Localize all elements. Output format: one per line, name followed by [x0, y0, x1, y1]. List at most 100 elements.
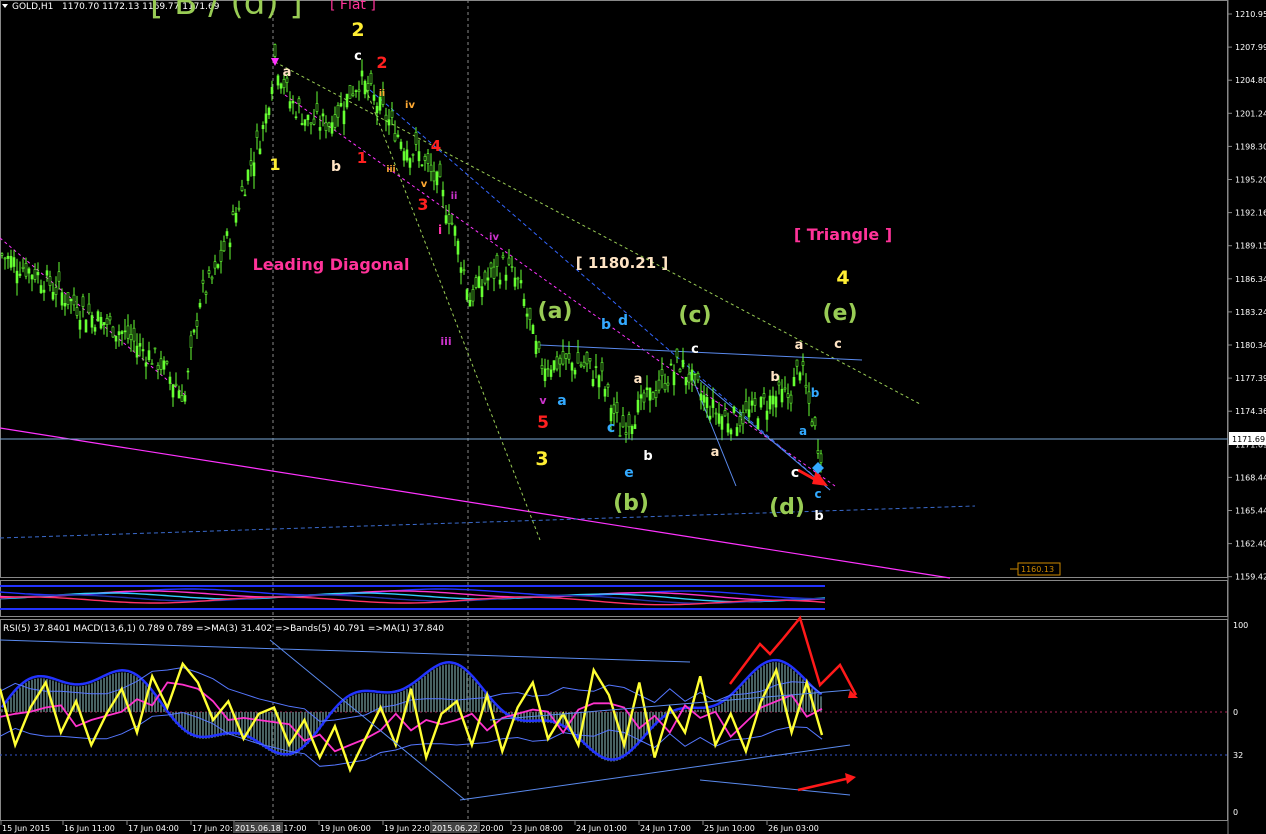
chart-canvas: 1000320 1210.951207.991204.801201.241198…	[0, 0, 1266, 834]
candle-body	[720, 416, 724, 430]
candle-body	[207, 270, 211, 274]
candle-body	[75, 307, 79, 316]
wave-label: 2	[376, 53, 387, 72]
candle-body	[222, 240, 226, 252]
wave-label: a	[557, 393, 566, 409]
oscillator-tick-label: 0	[1233, 708, 1238, 717]
candle-body	[336, 105, 340, 118]
candle-body	[771, 395, 775, 405]
candle-body	[621, 415, 625, 428]
price-tick-label: 1210.95	[1235, 10, 1266, 19]
candle-body	[702, 395, 706, 403]
wave-label: ii	[379, 89, 385, 99]
chart-symbol[interactable]: GOLD,H1	[12, 2, 53, 12]
wave-label: iii	[440, 335, 451, 348]
candle-body	[486, 277, 490, 281]
candle-body	[645, 387, 649, 391]
wave-label: 1	[269, 155, 280, 174]
candle-body	[708, 415, 712, 420]
candle-body	[69, 298, 73, 302]
candle-body	[765, 410, 769, 420]
candle-body	[570, 362, 574, 371]
candle-body	[564, 353, 568, 359]
candle-body	[411, 153, 415, 156]
candle-body	[414, 132, 418, 145]
price-tick-label: 1204.80	[1235, 76, 1266, 85]
candle-body	[795, 359, 799, 367]
candle-body	[93, 327, 97, 332]
oscillator-tick-label: 0	[1233, 808, 1238, 817]
candle-body	[165, 361, 169, 364]
candle-body	[171, 384, 175, 398]
candle-body	[303, 119, 307, 126]
candle-body	[420, 164, 424, 167]
candle-body	[489, 262, 493, 269]
candle-body	[210, 276, 214, 280]
price-tick-label: 1159.42	[1235, 573, 1266, 582]
candle-body	[375, 106, 379, 114]
candle-body	[135, 345, 139, 358]
candle-body	[9, 255, 13, 268]
candle-body	[90, 315, 94, 328]
candle-body	[99, 316, 103, 329]
candle-body	[360, 70, 364, 77]
candle-body	[606, 384, 610, 388]
price-tick-label: 1168.44	[1235, 473, 1266, 482]
candle-body	[27, 268, 31, 274]
candle-body	[483, 271, 487, 284]
red-arrow-icon	[812, 470, 828, 486]
candle-body	[351, 93, 355, 96]
candle-body	[609, 407, 613, 422]
candle-body	[690, 369, 694, 381]
wave-label: v	[539, 394, 547, 407]
price-tick-label: 1192.16	[1235, 209, 1266, 218]
candle-body	[354, 90, 358, 92]
candle-body	[753, 397, 757, 406]
wave-label: c	[791, 465, 799, 481]
bollinger-lower	[0, 711, 823, 767]
price-tick-label: 1162.40	[1235, 540, 1266, 549]
candle-body	[261, 125, 265, 130]
candle-body	[6, 255, 10, 259]
candle-body	[51, 291, 55, 300]
wave-label: iv	[489, 232, 499, 243]
wave-label: 1	[357, 149, 367, 167]
candle-body	[24, 263, 28, 277]
wave-label: [ Triangle ]	[794, 225, 892, 244]
candle-body	[603, 388, 607, 397]
projection-arrow-icon	[845, 773, 856, 784]
candle-body	[750, 400, 754, 406]
candle-body	[819, 453, 823, 463]
trend-line	[0, 427, 951, 579]
dropdown-icon[interactable]	[2, 4, 8, 8]
candle-body	[345, 93, 349, 108]
time-tick-label: 2015.06.18 17:00	[235, 824, 306, 833]
candle-body	[114, 335, 118, 342]
candle-body	[84, 319, 88, 333]
wave-label: a	[795, 338, 804, 353]
candle-body	[3, 257, 7, 260]
price-tick-label: 1174.36	[1235, 407, 1266, 416]
candle-body	[513, 277, 517, 287]
candle-body	[30, 274, 34, 280]
wave-label: (a)	[538, 299, 573, 324]
candle-body	[666, 382, 670, 386]
wave-label: 4	[836, 267, 849, 289]
candle-body	[201, 279, 205, 284]
wave-label: (b)	[613, 491, 649, 516]
candle-body	[711, 399, 715, 408]
candle-body	[759, 397, 763, 408]
candle-body	[270, 87, 274, 95]
candle-body	[117, 331, 121, 336]
wave-label: c	[691, 342, 699, 357]
wave-label: b	[331, 159, 341, 175]
candle-body	[762, 393, 766, 399]
candle-body	[33, 269, 37, 280]
candle-body	[642, 392, 646, 403]
candle-body	[363, 80, 367, 95]
candle-body	[405, 149, 409, 161]
trend-line	[284, 94, 836, 487]
wave-label: b	[814, 509, 823, 524]
candle-body	[549, 369, 553, 377]
candle-body	[552, 360, 556, 371]
